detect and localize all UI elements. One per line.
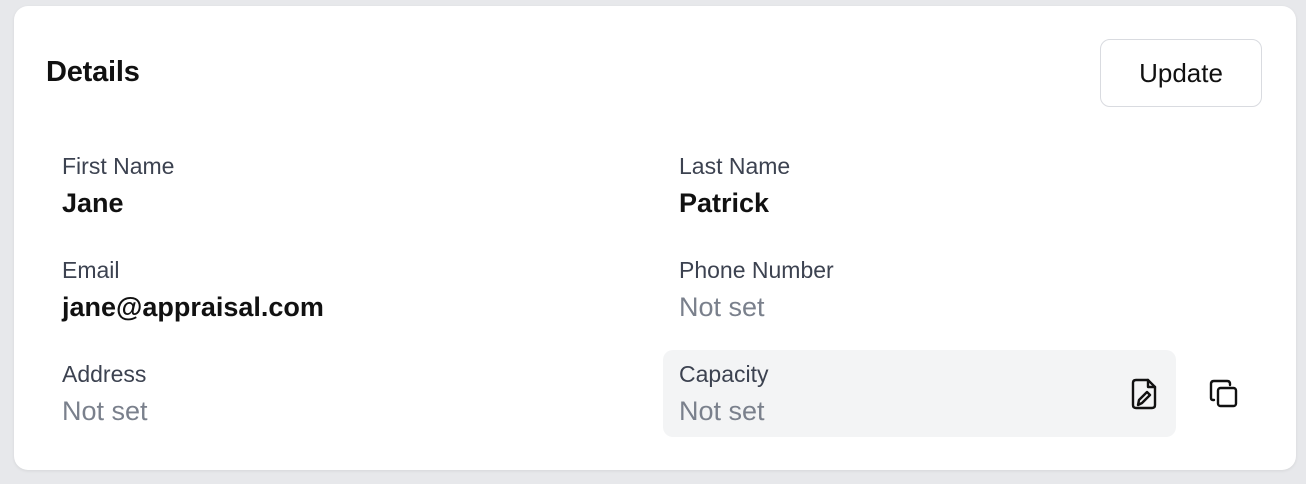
- first-name-value: Jane: [62, 188, 124, 218]
- email-label: Email: [62, 257, 120, 283]
- capacity-value: Not set: [679, 396, 765, 426]
- address-value: Not set: [62, 396, 148, 426]
- phone-number-value: Not set: [679, 292, 765, 322]
- capacity-label: Capacity: [679, 361, 769, 387]
- last-name-value: Patrick: [679, 188, 770, 218]
- update-button[interactable]: Update: [1100, 39, 1262, 107]
- address-field: Address Not set: [62, 360, 148, 428]
- first-name-label: First Name: [62, 153, 175, 179]
- capacity-field[interactable]: Capacity Not set: [679, 360, 768, 428]
- first-name-field: First Name Jane: [62, 152, 174, 220]
- last-name-field: Last Name Patrick: [679, 152, 790, 220]
- phone-number-label: Phone Number: [679, 257, 834, 283]
- email-value: jane@appraisal.com: [62, 292, 324, 322]
- phone-number-field: Phone Number Not set: [679, 256, 834, 324]
- edit-icon[interactable]: [1127, 377, 1161, 411]
- copy-icon[interactable]: [1207, 377, 1241, 411]
- last-name-label: Last Name: [679, 153, 791, 179]
- details-card: Details Update First Name Jane Last Name…: [14, 6, 1296, 470]
- card-title: Details: [46, 56, 140, 88]
- address-label: Address: [62, 361, 147, 387]
- email-field: Email jane@appraisal.com: [62, 256, 324, 324]
